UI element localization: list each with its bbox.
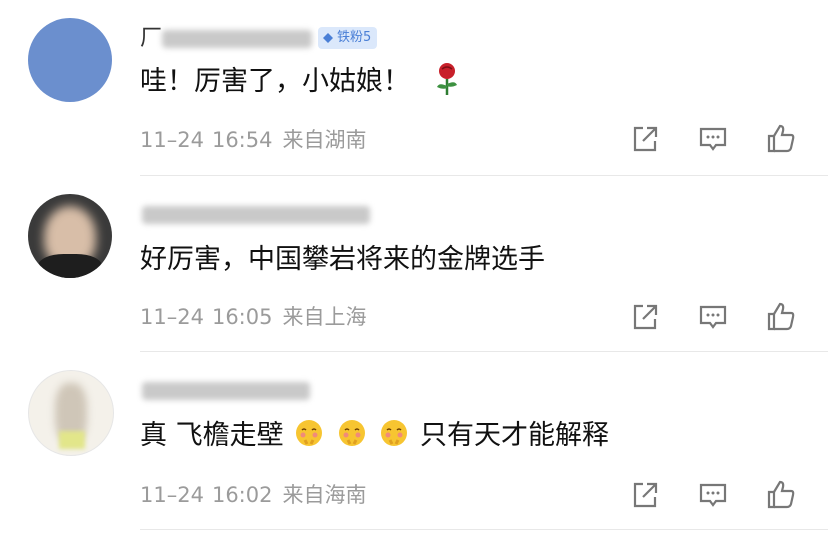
like-button[interactable]	[764, 300, 798, 334]
username[interactable]	[140, 376, 315, 406]
avatar[interactable]	[28, 18, 112, 102]
avatar[interactable]	[28, 194, 112, 278]
action-bar	[0, 122, 828, 158]
username-initial: 厂	[140, 26, 163, 51]
fan-badge: 铁粉5	[318, 27, 378, 49]
shy-face-icon	[338, 420, 365, 446]
thumbs-up-icon	[767, 302, 795, 331]
rose-icon	[436, 63, 457, 95]
share-button[interactable]	[628, 300, 662, 334]
comment-item: 好厉害，中国攀岩将来的金牌选手 11–24 16:05 来自上海	[0, 176, 828, 352]
comment-icon	[699, 483, 727, 507]
shy-face-icon	[296, 420, 323, 446]
like-button[interactable]	[764, 478, 798, 512]
comment-text: 哇！厉害了，小姑娘！	[140, 62, 461, 102]
divider	[140, 529, 828, 530]
username[interactable]	[140, 200, 370, 230]
share-icon	[633, 482, 658, 508]
action-bar	[0, 478, 828, 514]
shy-face-icon	[381, 420, 408, 446]
comment-button[interactable]	[696, 300, 730, 334]
comment-item: 真 飞檐走壁 只有天才能解释 11–24 16:02 来自海南	[0, 352, 828, 530]
action-bar	[0, 300, 828, 336]
thumbs-up-icon	[767, 124, 795, 153]
share-button[interactable]	[628, 122, 662, 156]
share-icon	[633, 126, 658, 152]
badge-label: 铁粉5	[337, 30, 372, 45]
diamond-icon	[323, 33, 333, 43]
comment-item: 厂 铁粉5 哇！厉害了，小姑娘！ 11–24 16:54 来自湖南	[0, 0, 828, 176]
comment-button[interactable]	[696, 478, 730, 512]
comment-icon	[699, 127, 727, 151]
comment-text: 好厉害，中国攀岩将来的金牌选手	[140, 244, 545, 275]
username[interactable]: 厂	[140, 24, 315, 54]
avatar[interactable]	[28, 370, 114, 456]
share-icon	[633, 304, 658, 330]
thumbs-up-icon	[767, 480, 795, 509]
like-button[interactable]	[764, 122, 798, 156]
comment-button[interactable]	[696, 122, 730, 156]
comment-text: 真 飞檐走壁 只有天才能解释	[140, 420, 609, 451]
share-button[interactable]	[628, 478, 662, 512]
comment-icon	[699, 305, 727, 329]
